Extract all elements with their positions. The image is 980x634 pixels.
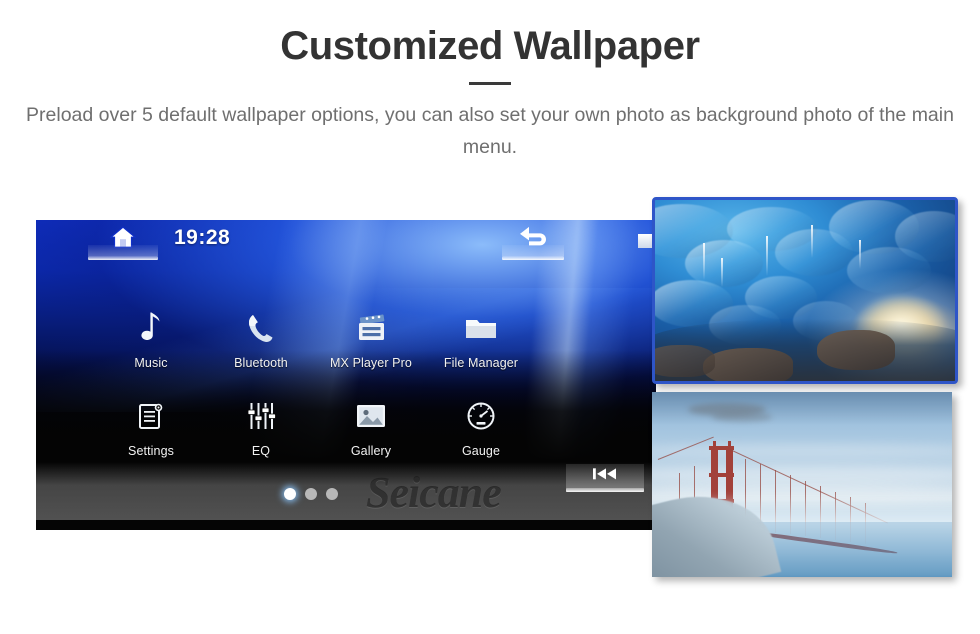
- settings-gear-list-icon: [96, 396, 206, 436]
- button-underline: [88, 256, 158, 260]
- button-glass-highlight: [502, 245, 564, 256]
- status-corner-indicator: [638, 234, 652, 248]
- page-indicator-dots[interactable]: [284, 488, 338, 500]
- button-glass-highlight: [88, 245, 158, 256]
- seicane-watermark: Seicane: [366, 468, 502, 517]
- app-row-2: Settings EQ Gallery Gauge: [96, 396, 536, 458]
- photo-image-icon: [316, 396, 426, 436]
- app-label: Gauge: [461, 444, 501, 458]
- icicle: [859, 239, 861, 269]
- icicle: [721, 257, 723, 287]
- bridge-tower-crossbeam-mid: [709, 473, 735, 478]
- music-note-icon: [96, 308, 206, 348]
- cave-rock: [817, 330, 895, 371]
- app-settings[interactable]: Settings: [96, 396, 206, 458]
- golden-gate-bridge-image: [652, 392, 952, 577]
- home-button[interactable]: [88, 224, 158, 260]
- app-grid: Music Bluetooth MX Player Pro File Manag…: [96, 308, 536, 484]
- app-gauge[interactable]: Gauge: [426, 396, 536, 458]
- equalizer-sliders-icon: [206, 396, 316, 436]
- cave-rock: [655, 344, 715, 378]
- app-bluetooth[interactable]: Bluetooth: [206, 308, 316, 370]
- app-gallery[interactable]: Gallery: [316, 396, 426, 458]
- clock-time: 19:28: [174, 226, 231, 249]
- app-label: File Manager: [443, 356, 519, 370]
- bluetooth-phone-icon: [206, 308, 316, 348]
- app-label: Settings: [128, 444, 174, 458]
- bridge-tower-cap: [727, 441, 732, 447]
- app-eq[interactable]: EQ: [206, 396, 316, 458]
- app-label: Music: [134, 356, 168, 370]
- app-mx-player-pro[interactable]: MX Player Pro: [316, 308, 426, 370]
- button-underline: [566, 488, 644, 492]
- video-clapper-icon: [316, 308, 426, 348]
- bridge-tower-cap: [712, 441, 717, 447]
- previous-track-button[interactable]: [566, 464, 644, 492]
- cloud-wisp: [712, 412, 772, 422]
- app-file-manager[interactable]: File Manager: [426, 308, 536, 370]
- icicle: [766, 236, 768, 276]
- icicle: [703, 243, 705, 280]
- page-title: Customized Wallpaper: [280, 24, 700, 68]
- speedometer-icon: [426, 396, 536, 436]
- app-music[interactable]: Music: [96, 308, 206, 370]
- page-subtitle: Preload over 5 default wallpaper options…: [26, 104, 954, 158]
- wallpaper-thumbnail-golden-gate-bridge[interactable]: [652, 392, 952, 577]
- page-dot-3[interactable]: [326, 488, 338, 500]
- page-dot-2[interactable]: [305, 488, 317, 500]
- app-label: Gallery: [350, 444, 392, 458]
- folder-icon: [426, 308, 536, 348]
- title-divider: [469, 82, 511, 85]
- button-underline: [502, 256, 564, 260]
- page-dot-1[interactable]: [284, 488, 296, 500]
- app-label: MX Player Pro: [330, 356, 412, 370]
- cloud-band: [652, 466, 952, 483]
- icicle: [811, 225, 813, 258]
- ice-cave-image: [655, 200, 955, 381]
- car-head-unit-screen: 19:28 Music Bluetooth MX Player Pro File…: [36, 220, 656, 530]
- previous-track-icon: [590, 466, 620, 487]
- app-label: Bluetooth: [234, 356, 288, 370]
- bottom-dock: Seicane: [36, 462, 656, 520]
- cave-rock: [703, 348, 793, 381]
- wallpaper-thumbnail-ice-cave[interactable]: [652, 197, 958, 384]
- page-header: Customized Wallpaper Preload over 5 defa…: [0, 0, 980, 163]
- app-label: EQ: [251, 444, 271, 458]
- back-button[interactable]: [502, 224, 564, 260]
- status-bar: 19:28: [36, 220, 656, 266]
- cloud-band: [652, 443, 952, 457]
- app-row-1: Music Bluetooth MX Player Pro File Manag…: [96, 308, 536, 370]
